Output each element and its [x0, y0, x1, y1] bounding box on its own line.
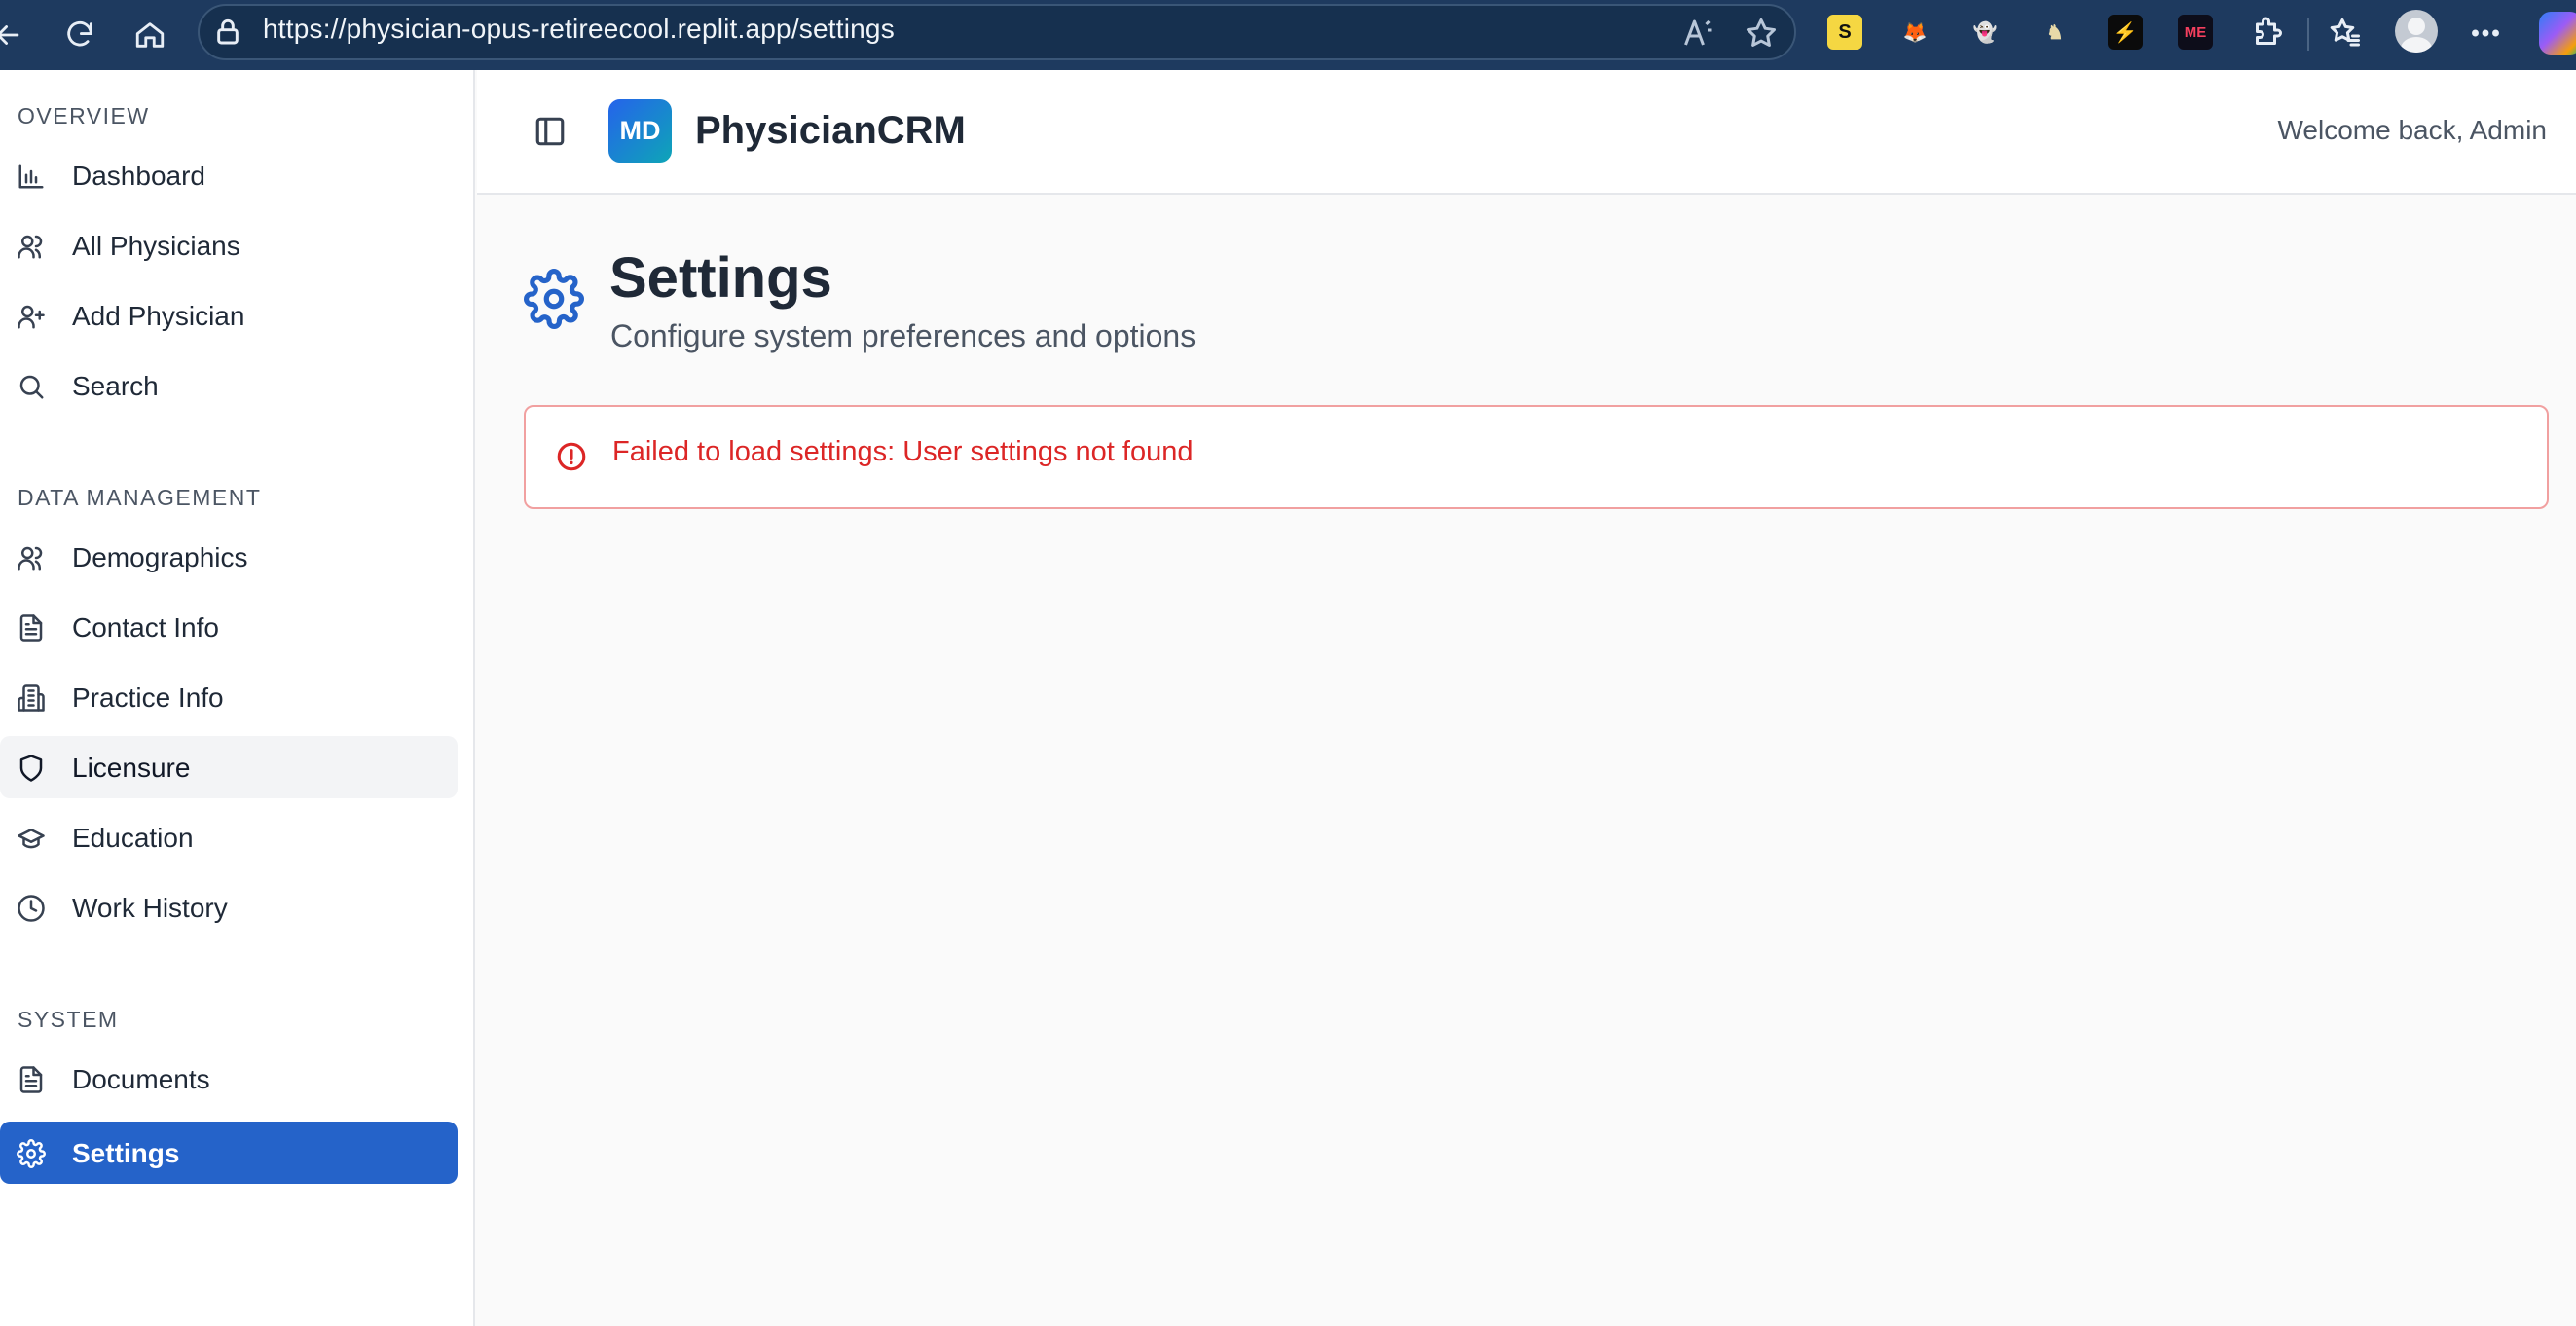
chess-extension-icon[interactable]: ♞: [2038, 15, 2073, 50]
refresh-icon: [67, 21, 92, 47]
sidebar-item-label: Education: [72, 823, 194, 853]
section-label-overview: OVERVIEW: [18, 103, 150, 129]
sidebar-item-practice-info[interactable]: Practice Info: [0, 666, 458, 728]
search-icon: [17, 372, 46, 401]
sidebar-item-work-history[interactable]: Work History: [0, 876, 458, 939]
favorite-star-icon[interactable]: [1744, 16, 1779, 51]
sidebar-item-settings[interactable]: Settings: [0, 1122, 458, 1184]
extensions-puzzle-icon[interactable]: [2248, 14, 2287, 53]
graduation-cap-icon: [17, 824, 46, 853]
sidebar-item-label: Add Physician: [72, 301, 245, 331]
sidebar-item-label: Licensure: [72, 753, 191, 783]
section-label-system: SYSTEM: [18, 1007, 119, 1032]
url-text[interactable]: https://physician-opus-retireecool.repli…: [263, 14, 895, 45]
gear-icon: [17, 1139, 46, 1168]
profile-avatar[interactable]: [2395, 10, 2438, 53]
more-options-icon[interactable]: [2466, 14, 2505, 53]
sidebar-item-label: Contact Info: [72, 612, 219, 643]
page-subtitle: Configure system preferences and options: [610, 318, 1196, 353]
shield-icon: [17, 754, 46, 783]
sidebar-item-search[interactable]: Search: [0, 354, 458, 417]
arrow-left-icon: [0, 25, 19, 45]
sidebar-item-dashboard[interactable]: Dashboard: [0, 144, 458, 206]
welcome-message: Welcome back, Admin: [2277, 115, 2548, 145]
panel-left-icon: [535, 117, 565, 146]
home-button[interactable]: [129, 14, 171, 56]
sidebar-item-label: Documents: [72, 1064, 210, 1094]
error-alert: Failed to load settings: User settings n…: [524, 405, 2549, 509]
sidebar-item-all-physicians[interactable]: All Physicians: [0, 214, 458, 276]
users-icon: [17, 543, 46, 572]
lock-icon[interactable]: [212, 16, 243, 47]
sidebar-item-label: Practice Info: [72, 682, 224, 713]
back-button[interactable]: [0, 14, 29, 56]
home-icon: [135, 22, 165, 48]
s-extension-icon[interactable]: S: [1827, 15, 1862, 50]
sidebar-item-licensure[interactable]: Licensure: [0, 736, 458, 798]
sidebar-item-add-physician[interactable]: Add Physician: [0, 284, 458, 347]
clock-icon: [17, 894, 46, 923]
sidebar-item-label: All Physicians: [72, 231, 240, 261]
sidebar-item-demographics[interactable]: Demographics: [0, 526, 458, 588]
alert-circle-icon: [555, 440, 590, 475]
ghost-extension-icon[interactable]: 👻: [1968, 15, 2003, 50]
sidebar-item-label: Dashboard: [72, 161, 205, 191]
sidebar-item-label: Settings: [72, 1138, 180, 1168]
sidebar-item-label: Demographics: [72, 542, 248, 572]
copilot-icon[interactable]: [2539, 12, 2576, 55]
favorites-icon[interactable]: [2326, 14, 2365, 53]
app-name: PhysicianCRM: [695, 109, 966, 152]
error-message: Failed to load settings: User settings n…: [612, 436, 1194, 467]
toolbar-divider: [2307, 18, 2309, 51]
refresh-button[interactable]: [58, 14, 101, 56]
users-icon: [17, 232, 46, 261]
file-text-icon: [17, 613, 46, 643]
user-plus-icon: [17, 302, 46, 331]
sidebar-item-label: Work History: [72, 893, 228, 923]
bar-chart-icon: [17, 162, 46, 191]
sidebar-item-label: Search: [72, 371, 159, 401]
app-logo: MD: [608, 99, 672, 163]
sidebar-item-documents[interactable]: Documents: [0, 1048, 458, 1110]
building-icon: [17, 683, 46, 713]
sidebar-item-education[interactable]: Education: [0, 806, 458, 868]
page-title: Settings: [609, 246, 832, 310]
read-aloud-icon[interactable]: [1681, 16, 1716, 51]
sidebar-item-contact-info[interactable]: Contact Info: [0, 596, 458, 658]
link-extension-icon[interactable]: ⚡: [2108, 15, 2143, 50]
fox-extension-icon[interactable]: 🦊: [1897, 15, 1932, 50]
sidebar-toggle-button[interactable]: [534, 115, 569, 150]
section-label-data-management: DATA MANAGEMENT: [18, 485, 262, 510]
me-extension-icon[interactable]: ME: [2178, 15, 2213, 50]
sidebar: OVERVIEW Dashboard All Physicians Add Ph…: [0, 70, 475, 1326]
file-text-icon: [17, 1065, 46, 1094]
gear-icon: [524, 269, 584, 329]
